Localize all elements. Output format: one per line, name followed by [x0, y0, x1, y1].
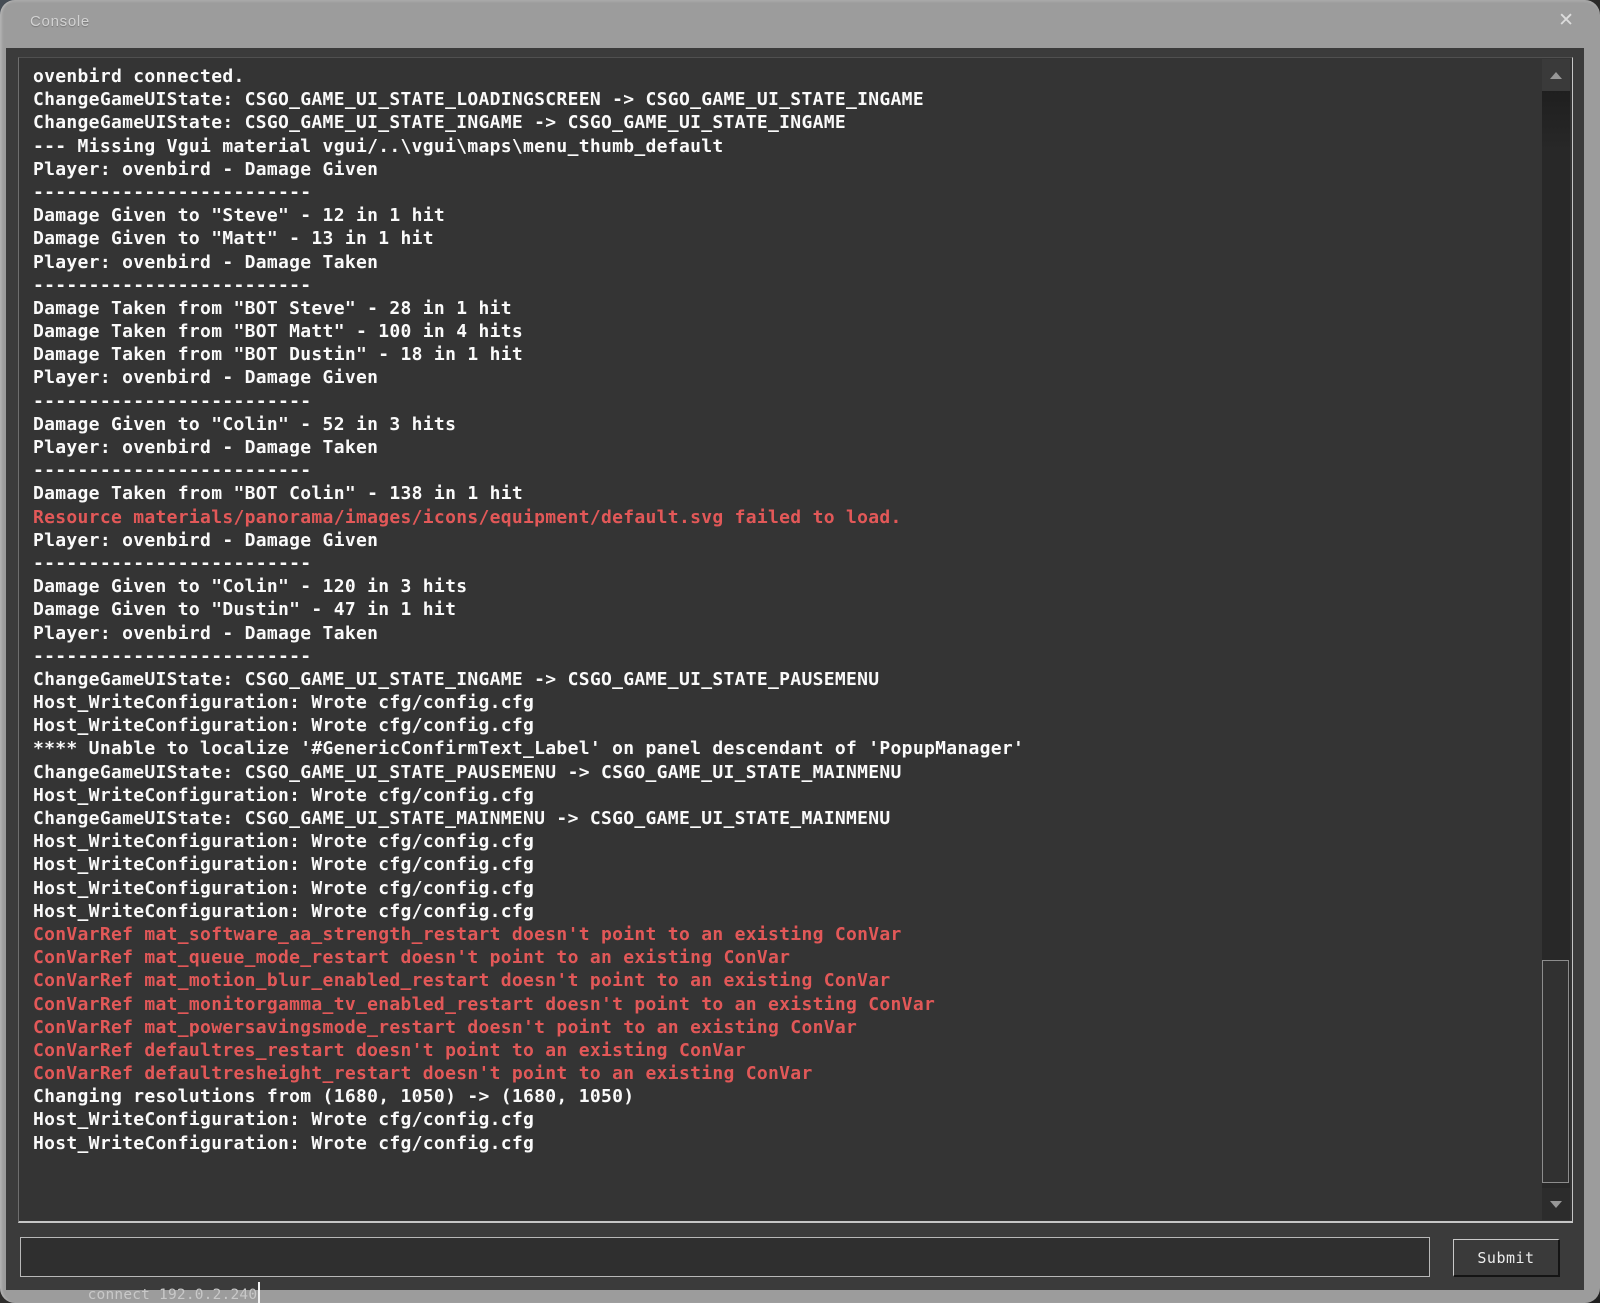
scroll-up-button[interactable]: [1542, 59, 1570, 91]
console-output: ovenbird connected.ChangeGameUIState: CS…: [33, 65, 1530, 1217]
console-line: ConVarRef defaultresheight_restart doesn…: [33, 1062, 1530, 1085]
console-line: Player: ovenbird - Damage Given: [33, 366, 1530, 389]
console-line: Host_WriteConfiguration: Wrote cfg/confi…: [33, 784, 1530, 807]
console-line: Player: ovenbird - Damage Taken: [33, 251, 1530, 274]
console-line: ChangeGameUIState: CSGO_GAME_UI_STATE_MA…: [33, 807, 1530, 830]
close-icon[interactable]: ✕: [1558, 10, 1574, 32]
console-line: -------------------------: [33, 459, 1530, 482]
console-line: Host_WriteConfiguration: Wrote cfg/confi…: [33, 853, 1530, 876]
console-line: Damage Given to "Dustin" - 47 in 1 hit: [33, 598, 1530, 621]
console-line: Damage Given to "Colin" - 52 in 3 hits: [33, 413, 1530, 436]
client-area: ovenbird connected.ChangeGameUIState: CS…: [6, 48, 1584, 1290]
console-line: Resource materials/panorama/images/icons…: [33, 506, 1530, 529]
console-line: Player: ovenbird - Damage Given: [33, 529, 1530, 552]
scrollbar[interactable]: [1542, 59, 1570, 1220]
console-line: Damage Taken from "BOT Dustin" - 18 in 1…: [33, 343, 1530, 366]
console-line: -------------------------: [33, 390, 1530, 413]
console-line: Host_WriteConfiguration: Wrote cfg/confi…: [33, 877, 1530, 900]
console-line: Host_WriteConfiguration: Wrote cfg/confi…: [33, 691, 1530, 714]
console-line: Host_WriteConfiguration: Wrote cfg/confi…: [33, 1108, 1530, 1131]
scrollbar-thumb[interactable]: [1542, 960, 1569, 1183]
console-line: Player: ovenbird - Damage Given: [33, 158, 1530, 181]
console-line: ConVarRef mat_queue_mode_restart doesn't…: [33, 946, 1530, 969]
console-line: ConVarRef mat_motion_blur_enabled_restar…: [33, 969, 1530, 992]
console-line: Changing resolutions from (1680, 1050) -…: [33, 1085, 1530, 1108]
console-line: -------------------------: [33, 552, 1530, 575]
console-line: Damage Given to "Steve" - 12 in 1 hit: [33, 204, 1530, 227]
console-line: Damage Given to "Matt" - 13 in 1 hit: [33, 227, 1530, 250]
command-input-value: connect 192.0.2.240: [88, 1287, 258, 1303]
console-line: Host_WriteConfiguration: Wrote cfg/confi…: [33, 714, 1530, 737]
console-line: Damage Taken from "BOT Steve" - 28 in 1 …: [33, 297, 1530, 320]
scroll-up-icon: [1550, 72, 1562, 79]
console-line: --- Missing Vgui material vgui/..\vgui\m…: [33, 135, 1530, 158]
console-line: ConVarRef mat_monitorgamma_tv_enabled_re…: [33, 993, 1530, 1016]
console-output-panel: ovenbird connected.ChangeGameUIState: CS…: [18, 57, 1573, 1223]
console-line: Damage Taken from "BOT Colin" - 138 in 1…: [33, 482, 1530, 505]
scroll-down-button[interactable]: [1542, 1188, 1570, 1220]
command-input[interactable]: connect 192.0.2.240: [20, 1237, 1430, 1277]
console-line: -------------------------: [33, 181, 1530, 204]
console-line: **** Unable to localize '#GenericConfirm…: [33, 737, 1530, 760]
submit-button[interactable]: Submit: [1453, 1239, 1560, 1277]
console-line: ovenbird connected.: [33, 65, 1530, 88]
scrollbar-track[interactable]: [1542, 91, 1570, 1188]
console-line: Player: ovenbird - Damage Taken: [33, 622, 1530, 645]
scroll-down-icon: [1550, 1201, 1562, 1208]
console-line: Host_WriteConfiguration: Wrote cfg/confi…: [33, 830, 1530, 853]
console-line: ConVarRef defaultres_restart doesn't poi…: [33, 1039, 1530, 1062]
console-line: -------------------------: [33, 274, 1530, 297]
console-line: ChangeGameUIState: CSGO_GAME_UI_STATE_IN…: [33, 668, 1530, 691]
text-cursor: [258, 1282, 260, 1303]
console-line: ChangeGameUIState: CSGO_GAME_UI_STATE_IN…: [33, 111, 1530, 134]
console-line: -------------------------: [33, 645, 1530, 668]
titlebar[interactable]: Console ✕: [0, 0, 1600, 48]
console-line: ChangeGameUIState: CSGO_GAME_UI_STATE_LO…: [33, 88, 1530, 111]
console-line: Damage Taken from "BOT Matt" - 100 in 4 …: [33, 320, 1530, 343]
console-line: Player: ovenbird - Damage Taken: [33, 436, 1530, 459]
console-window: Console ✕ ovenbird connected.ChangeGameU…: [0, 0, 1600, 1303]
console-line: Host_WriteConfiguration: Wrote cfg/confi…: [33, 900, 1530, 923]
console-line: ChangeGameUIState: CSGO_GAME_UI_STATE_PA…: [33, 761, 1530, 784]
console-line: Damage Given to "Colin" - 120 in 3 hits: [33, 575, 1530, 598]
console-line: ConVarRef mat_powersavingsmode_restart d…: [33, 1016, 1530, 1039]
window-title: Console: [30, 13, 90, 30]
console-line: Host_WriteConfiguration: Wrote cfg/confi…: [33, 1132, 1530, 1155]
console-line: ConVarRef mat_software_aa_strength_resta…: [33, 923, 1530, 946]
